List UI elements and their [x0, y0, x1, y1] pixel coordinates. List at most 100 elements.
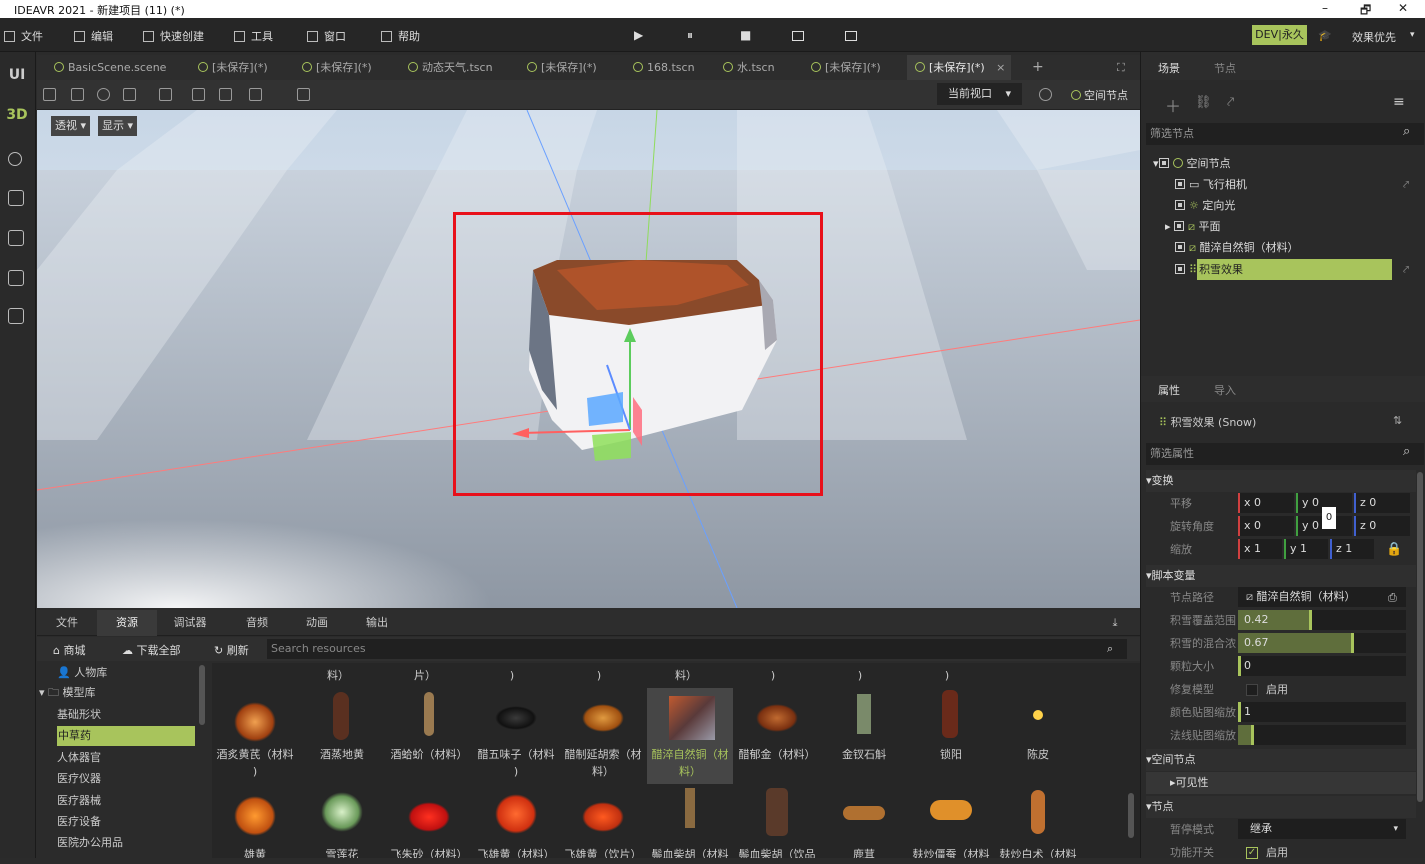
tab-dynamic-weather[interactable]: 动态天气.tscn — [408, 55, 493, 80]
repair-checkbox[interactable] — [1246, 684, 1258, 696]
focus-tool-icon[interactable] — [159, 88, 172, 101]
tab-output[interactable]: 输出 — [346, 610, 408, 636]
section-node[interactable]: ▾节点 — [1146, 796, 1416, 818]
tab-animation[interactable]: 动画 — [286, 610, 348, 636]
record-custom-icon[interactable] — [845, 31, 857, 41]
tab-debugger[interactable]: 调试器 — [159, 610, 221, 636]
asset-item[interactable]: 鹿茸 — [821, 788, 907, 858]
category-medical-instruments[interactable]: 医疗仪器 — [57, 769, 101, 789]
script-icon[interactable]: ⤤ — [1403, 263, 1409, 277]
asset-item[interactable]: 飞雄黄（材料） — [473, 788, 559, 858]
particle-slider[interactable]: 0 — [1238, 656, 1406, 676]
scale-tool-icon[interactable] — [123, 88, 136, 101]
visibility-checkbox[interactable] — [1174, 221, 1185, 231]
asset-item[interactable]: 雪莲花 — [299, 788, 385, 858]
coverage-slider[interactable]: 0.42 — [1238, 610, 1406, 630]
lock-scale-icon[interactable]: 🔒 — [1386, 539, 1402, 561]
visibility-checkbox[interactable] — [1158, 158, 1169, 168]
path-icon[interactable] — [8, 152, 22, 166]
tree-node-snow[interactable]: ⠿ 积雪效果 — [1175, 259, 1400, 280]
asset-item[interactable]: 麸炒白术（材料 — [995, 788, 1081, 858]
asset-item[interactable]: 醋五味子（材料) — [473, 688, 559, 784]
tab-import[interactable]: 导入 — [1214, 382, 1236, 398]
asset-item[interactable]: 醋制延胡索（材 料） — [560, 688, 646, 784]
category-herbs[interactable]: 中草药 — [57, 726, 195, 746]
menu-quick-create[interactable]: 快速创建 — [143, 28, 204, 44]
pause-button[interactable]: ⏸ — [687, 28, 693, 43]
section-script-vars[interactable]: ▾脚本变量 — [1146, 565, 1416, 587]
category-office-supplies[interactable]: 医院办公用品 — [57, 833, 123, 853]
collapse-panel-icon[interactable]: ⤓ — [1105, 610, 1125, 636]
tab-unsaved-4[interactable]: [未保存](*) — [811, 55, 881, 80]
properties-scrollbar[interactable] — [1417, 472, 1423, 802]
category-organs[interactable]: 人体器官 — [57, 748, 101, 768]
asset-item[interactable]: 金钗石斛 — [821, 688, 907, 784]
asset-item[interactable]: 酒蛤蚧（材料） — [386, 688, 472, 784]
tree-node-spatial[interactable]: ▾ 空间节点 — [1153, 153, 1231, 174]
rotate-tool-icon[interactable] — [97, 88, 110, 101]
asset-item[interactable]: 飞雄黄（饮片） — [560, 788, 646, 858]
add-node-icon[interactable]: ＋ — [1165, 93, 1181, 117]
pause-mode-select[interactable]: 继承 ▾ — [1238, 819, 1406, 839]
tab-unsaved-3[interactable]: [未保存](*) — [527, 55, 597, 80]
perspective-dropdown[interactable]: 透视 ▾ — [51, 116, 91, 136]
close-button[interactable]: ✕ — [1398, 1, 1408, 15]
node-path-field[interactable]: ⧄ 醋淬自然铜（材料） — [1238, 587, 1406, 607]
filter-nodes-input[interactable]: 筛选节点 — [1146, 123, 1424, 145]
menu-hamburger-icon[interactable]: ≡ — [1393, 94, 1405, 110]
tab-unsaved-2[interactable]: [未保存](*) — [302, 55, 372, 80]
menu-help[interactable]: 帮助 — [381, 28, 420, 44]
scale-x-field[interactable]: x 1 — [1238, 539, 1282, 559]
visibility-checkbox[interactable] — [1175, 264, 1185, 274]
search-icon[interactable]: ⌕ — [1107, 642, 1113, 656]
tab-unsaved-1[interactable]: [未保存](*) — [198, 55, 268, 80]
visibility-checkbox[interactable] — [1175, 242, 1185, 252]
stop-button[interactable]: ■ — [740, 28, 751, 42]
visibility-checkbox[interactable] — [1175, 200, 1185, 210]
export-icon[interactable] — [8, 270, 24, 286]
asset-scrollbar[interactable] — [1128, 793, 1134, 838]
resource-search-input[interactable]: Search resources — [267, 639, 1127, 659]
tree-node-light[interactable]: ☼ 定向光 — [1175, 195, 1235, 216]
tab-resources[interactable]: 资源 — [97, 610, 157, 636]
section-spatial[interactable]: ▾空间节点 — [1146, 749, 1416, 771]
store-button[interactable]: ⌂ 商城 — [53, 642, 85, 658]
tab-close-icon[interactable]: × — [996, 61, 1005, 74]
tree-node-plane[interactable]: ▸ ⧄ 平面 — [1165, 216, 1221, 237]
fullscreen-icon[interactable]: ⛶ — [1117, 55, 1125, 80]
store-icon[interactable] — [8, 190, 24, 206]
asset-item[interactable]: 雄黄 — [212, 788, 298, 858]
rotate-z-field[interactable]: z 0 — [1354, 516, 1410, 536]
category-people[interactable]: 👤 人物库 — [57, 663, 107, 683]
instance-icon[interactable]: ⤤ — [1227, 95, 1234, 110]
3d-viewport[interactable]: 透视 ▾ 显示 ▾ — [37, 110, 1140, 608]
record-scene-icon[interactable] — [792, 31, 804, 41]
category-models[interactable]: ▾ 🗀 模型库 — [39, 683, 96, 703]
tab-node[interactable]: 节点 — [1214, 60, 1236, 76]
category-basic-shapes[interactable]: 基础形状 — [57, 705, 101, 725]
category-medical-equipment[interactable]: 医疗设备 — [57, 812, 101, 832]
spatial-node-button[interactable]: 空间节点 — [1071, 87, 1128, 103]
visibility-checkbox[interactable] — [1175, 179, 1185, 189]
menu-tools[interactable]: 工具 — [234, 28, 273, 44]
tree-node-copper[interactable]: ⧄ 醋淬自然铜（材料） — [1175, 237, 1299, 258]
color-scale-slider[interactable]: 1 — [1238, 702, 1406, 722]
translate-x-field[interactable]: x 0 — [1238, 493, 1294, 513]
toggle-checkbox[interactable]: ✓ — [1246, 847, 1258, 859]
settings-gear-icon[interactable] — [1039, 88, 1052, 101]
select-tool-icon[interactable] — [43, 88, 56, 101]
asset-item[interactable]: 酒蒸地黄 — [299, 688, 385, 784]
blend-slider[interactable]: 0.67 — [1238, 633, 1406, 653]
asset-item[interactable]: 飞朱砂（材料） — [386, 788, 472, 858]
section-visibility[interactable]: ▸可见性 — [1146, 772, 1416, 794]
category-medical-tools[interactable]: 医疗器械 — [57, 791, 101, 811]
graduation-icon[interactable]: 🎓 — [1318, 29, 1332, 42]
tab-basicscene[interactable]: BasicScene.scene — [54, 55, 166, 80]
asset-item-selected[interactable]: 醋淬自然铜（材 料） — [647, 688, 733, 784]
snap-icon[interactable] — [219, 88, 232, 101]
tab-audio[interactable]: 音频 — [226, 610, 288, 636]
tab-water[interactable]: 水.tscn — [723, 55, 775, 80]
category-scrollbar[interactable] — [199, 665, 205, 725]
scale-z-field[interactable]: z 1 — [1330, 539, 1374, 559]
resources-icon[interactable] — [8, 230, 24, 246]
